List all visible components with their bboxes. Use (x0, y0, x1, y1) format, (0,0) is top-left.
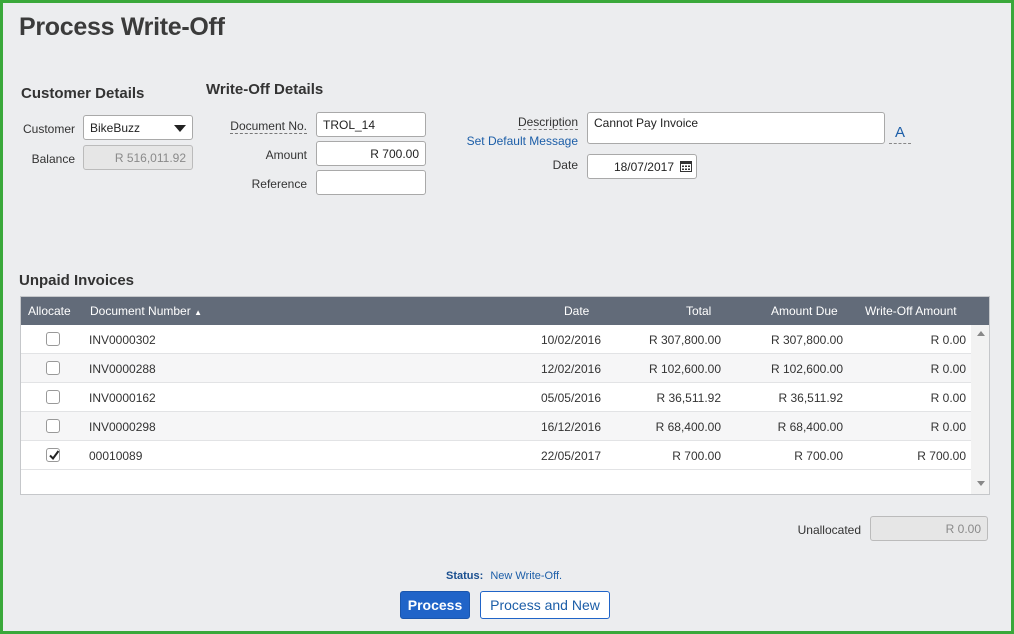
cell-document-number: INV0000288 (89, 362, 156, 376)
cell-writeoff-amount: R 700.00 (917, 449, 966, 463)
customer-details-title: Customer Details (21, 85, 145, 102)
scroll-down-icon[interactable] (977, 481, 985, 486)
cell-writeoff-amount: R 0.00 (930, 333, 966, 347)
cell-date: 12/02/2016 (540, 362, 601, 376)
col-date[interactable]: Date (564, 304, 589, 318)
cell-date: 16/12/2016 (540, 420, 601, 434)
amount-label: Amount (265, 148, 307, 162)
col-amount-due[interactable]: Amount Due (771, 304, 838, 318)
cell-total: R 68,400.00 (655, 420, 721, 434)
cell-date: 10/02/2016 (540, 333, 601, 347)
cell-writeoff-amount: R 0.00 (930, 391, 966, 405)
chevron-down-icon (174, 125, 186, 132)
cell-document-number: INV0000298 (89, 420, 156, 434)
grid-scrollbar[interactable] (971, 325, 989, 494)
unallocated-field: R 0.00 (870, 516, 988, 541)
balance-field: R 516,011.92 (83, 145, 193, 170)
cell-date: 22/05/2017 (540, 449, 601, 463)
set-default-message-link[interactable]: Set Default Message (443, 134, 578, 148)
allocate-checkbox[interactable] (46, 448, 60, 462)
col-total[interactable]: Total (686, 304, 711, 318)
sort-ascending-icon: ▲ (194, 308, 202, 317)
customer-select[interactable]: BikeBuzz (83, 115, 193, 140)
table-row: INV0000302 10/02/2016 R 307,800.00 R 307… (21, 325, 971, 354)
status-line: Status: New Write-Off. (446, 570, 562, 582)
table-row: INV0000162 05/05/2016 R 36,511.92 R 36,5… (21, 383, 971, 412)
date-input[interactable]: 18/07/2017 (587, 154, 697, 179)
cell-document-number: INV0000162 (89, 391, 156, 405)
allocate-checkbox[interactable] (46, 332, 60, 346)
unallocated-label: Unallocated (797, 523, 861, 537)
date-label: Date (552, 158, 578, 172)
allocate-checkbox[interactable] (46, 361, 60, 375)
checkmark-icon (49, 450, 60, 461)
table-row: 00010089 22/05/2017 R 700.00 R 700.00 R … (21, 441, 971, 470)
document-no-input[interactable]: TROL_14 (316, 112, 426, 137)
cell-total: R 102,600.00 (648, 362, 721, 376)
font-format-button[interactable]: A (889, 122, 911, 144)
cell-document-number: 00010089 (89, 449, 143, 463)
unpaid-invoices-grid: Allocate Document Number ▲ Date Total Am… (20, 296, 990, 495)
col-allocate[interactable]: Allocate (28, 304, 71, 318)
writeoff-details-title: Write-Off Details (206, 81, 324, 98)
col-writeoff-amount[interactable]: Write-Off Amount (865, 304, 957, 318)
cell-date: 05/05/2016 (540, 391, 601, 405)
status-value: New Write-Off. (490, 570, 563, 582)
scroll-up-icon[interactable] (977, 331, 985, 336)
unpaid-invoices-title: Unpaid Invoices (19, 272, 135, 289)
col-document-number-label: Document Number (90, 304, 191, 318)
date-value: 18/07/2017 (613, 160, 674, 174)
cell-amount-due: R 307,800.00 (770, 333, 843, 347)
cell-amount-due: R 36,511.92 (778, 391, 844, 405)
process-button[interactable]: Process (400, 591, 470, 619)
grid-header: Allocate Document Number ▲ Date Total Am… (21, 297, 989, 325)
calendar-icon[interactable] (680, 160, 692, 172)
window-frame: Process Write-Off Customer Details Custo… (0, 0, 1014, 634)
cell-total: R 307,800.00 (648, 333, 721, 347)
customer-label: Customer (22, 122, 75, 136)
allocate-checkbox[interactable] (46, 419, 60, 433)
customer-select-value: BikeBuzz (90, 121, 141, 135)
cell-total: R 700.00 (672, 449, 721, 463)
table-row: INV0000298 16/12/2016 R 68,400.00 R 68,4… (21, 412, 971, 441)
cell-amount-due: R 68,400.00 (777, 420, 843, 434)
document-no-label: Document No. (230, 119, 307, 134)
cell-amount-due: R 700.00 (794, 449, 843, 463)
col-document-number[interactable]: Document Number ▲ (90, 304, 202, 318)
cell-writeoff-amount: R 0.00 (930, 362, 966, 376)
page-title: Process Write-Off (19, 13, 225, 41)
table-row: INV0000288 12/02/2016 R 102,600.00 R 102… (21, 354, 971, 383)
balance-label: Balance (31, 152, 75, 166)
cell-writeoff-amount: R 0.00 (930, 420, 966, 434)
cell-total: R 36,511.92 (656, 391, 722, 405)
description-input[interactable]: Cannot Pay Invoice (587, 112, 885, 144)
status-label: Status: (446, 570, 484, 582)
process-and-new-button[interactable]: Process and New (480, 591, 610, 619)
description-label: Description (517, 115, 578, 130)
amount-input[interactable]: R 700.00 (316, 141, 426, 166)
reference-input[interactable] (316, 170, 426, 195)
cell-amount-due: R 102,600.00 (770, 362, 843, 376)
reference-label: Reference (251, 177, 307, 191)
cell-document-number: INV0000302 (89, 333, 156, 347)
allocate-checkbox[interactable] (46, 390, 60, 404)
